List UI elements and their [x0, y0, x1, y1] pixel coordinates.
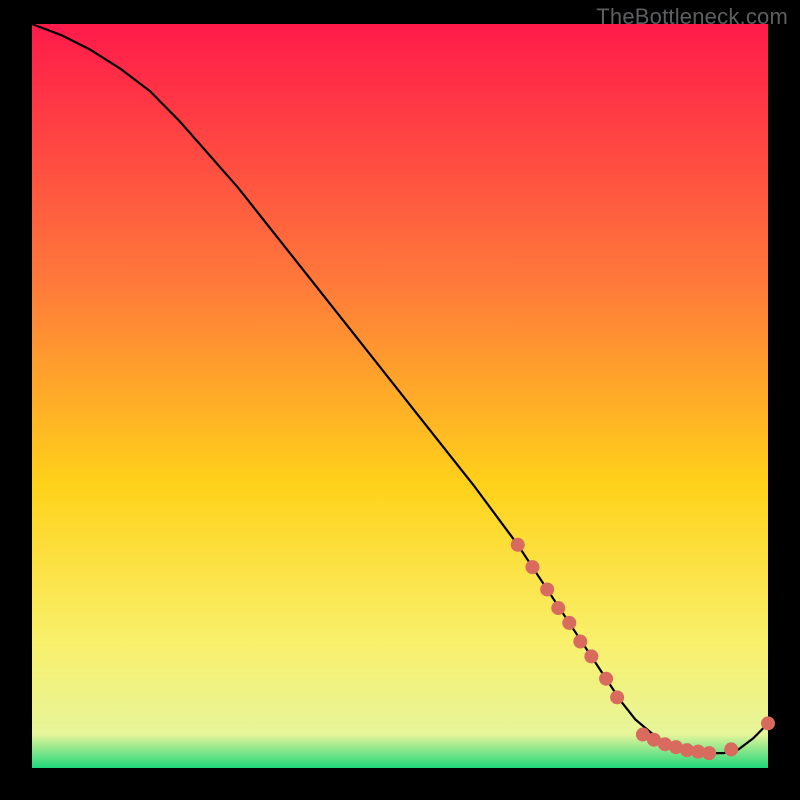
chart-stage: TheBottleneck.com	[0, 0, 800, 800]
watermark-text: TheBottleneck.com	[596, 4, 788, 30]
highlight-dot	[761, 716, 775, 730]
plot-area	[32, 24, 768, 768]
highlight-dot	[584, 649, 598, 663]
highlight-dot	[511, 538, 525, 552]
highlight-dot	[525, 560, 539, 574]
highlight-dot	[573, 635, 587, 649]
highlight-dot	[551, 601, 565, 615]
highlight-dot	[599, 672, 613, 686]
highlight-dot	[540, 582, 554, 596]
highlight-dot	[610, 690, 624, 704]
bottleneck-chart	[0, 0, 800, 800]
highlight-dot	[562, 616, 576, 630]
highlight-dot	[724, 742, 738, 756]
highlight-dot	[702, 746, 716, 760]
